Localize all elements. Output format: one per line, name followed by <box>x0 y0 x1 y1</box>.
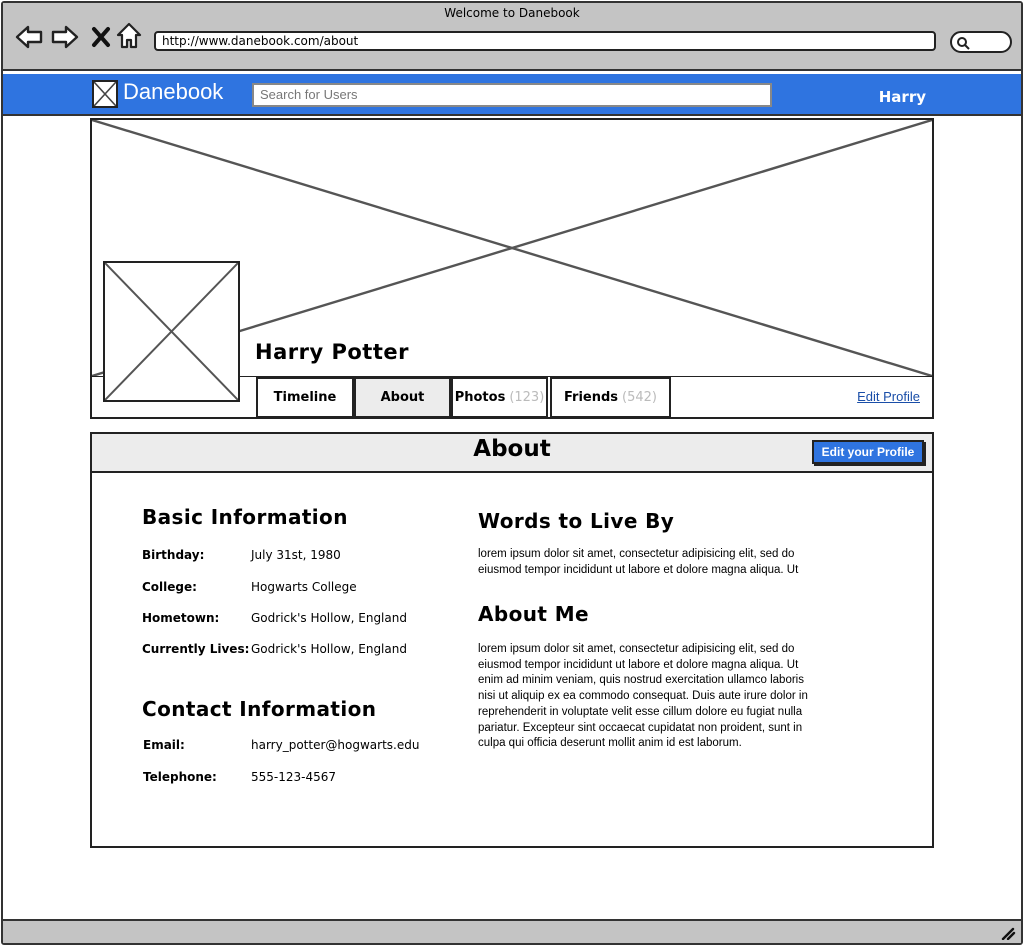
currently-lives-label: Currently Lives: <box>142 642 250 656</box>
close-icon[interactable] <box>86 22 116 52</box>
tab-friends[interactable]: Friends (542) <box>550 377 671 418</box>
search-icon <box>957 37 970 50</box>
about-me-text: lorem ipsum dolor sit amet, consectetur … <box>478 642 870 752</box>
home-icon[interactable] <box>114 21 144 51</box>
brand-name[interactable]: Danebook <box>123 79 223 105</box>
status-bar <box>3 919 1021 943</box>
currently-lives-value: Godrick's Hollow, England <box>251 642 407 656</box>
tab-photos[interactable]: Photos (123) <box>451 377 548 418</box>
college-label: College: <box>142 580 197 594</box>
telephone-label: Telephone: <box>143 770 217 784</box>
tab-count: (123) <box>509 390 545 405</box>
tab-label: About <box>380 390 425 405</box>
current-user-link[interactable]: Harry <box>860 88 926 106</box>
tab-label: Photos <box>454 390 506 405</box>
user-search-input[interactable]: Search for Users <box>252 83 772 107</box>
telephone-value: 555-123-4567 <box>251 770 337 784</box>
text-line: pariatur. Excepteur sint occaecat cupida… <box>478 721 803 734</box>
browser-search-field[interactable] <box>950 31 1012 53</box>
basic-info-heading: Basic Information <box>142 505 348 529</box>
text-line: nisi ut aliquip ex ea commodo consequat.… <box>478 690 808 703</box>
text-line: lorem ipsum dolor sit amet, consectetur … <box>478 548 795 560</box>
birthday-value: July 31st, 1980 <box>251 548 341 562</box>
about-me-heading: About Me <box>478 602 589 626</box>
back-arrow-icon[interactable] <box>14 22 44 52</box>
text-line: eiusmod tempor incididunt ut labore et d… <box>478 658 799 671</box>
tab-count: (542) <box>622 390 657 405</box>
forward-arrow-icon[interactable] <box>50 22 80 52</box>
words-text: lorem ipsum dolor sit amet, consectetur … <box>478 547 870 578</box>
tab-timeline[interactable]: Timeline <box>256 377 354 418</box>
resize-grip-icon[interactable] <box>1000 925 1016 944</box>
text-line: culpa qui officia deserunt mollit anim i… <box>478 737 742 750</box>
email-label: Email: <box>143 738 185 752</box>
text-line: enim ad minim veniam, quis nostrud exerc… <box>478 674 804 687</box>
window-title: Welcome to Danebook <box>444 6 580 20</box>
profile-avatar[interactable] <box>103 261 240 402</box>
text-line: reprehenderit in voluptate velit esse ci… <box>478 705 803 718</box>
tab-about[interactable]: About <box>354 377 451 418</box>
words-heading: Words to Live By <box>478 509 675 533</box>
about-title: About <box>473 436 551 462</box>
edit-profile-link[interactable]: Edit Profile <box>840 389 920 404</box>
profile-name: Harry Potter <box>255 340 409 364</box>
tab-label: Timeline <box>273 390 337 405</box>
hometown-value: Godrick's Hollow, England <box>251 611 407 625</box>
url-bar[interactable]: http://www.danebook.com/about <box>154 31 936 51</box>
contact-info-heading: Contact Information <box>142 697 377 721</box>
logo-icon[interactable] <box>92 80 118 108</box>
hometown-label: Hometown: <box>142 611 220 625</box>
about-panel <box>90 432 934 848</box>
birthday-label: Birthday: <box>142 548 205 562</box>
text-line: eiusmod tempor incididunt ut labore et d… <box>478 563 799 576</box>
college-value: Hogwarts College <box>251 580 357 594</box>
edit-your-profile-button[interactable]: Edit your Profile <box>812 440 924 464</box>
text-line: lorem ipsum dolor sit amet, consectetur … <box>478 643 795 655</box>
tab-label: Friends <box>564 390 619 405</box>
email-value[interactable]: harry_potter@hogwarts.edu <box>251 738 419 752</box>
